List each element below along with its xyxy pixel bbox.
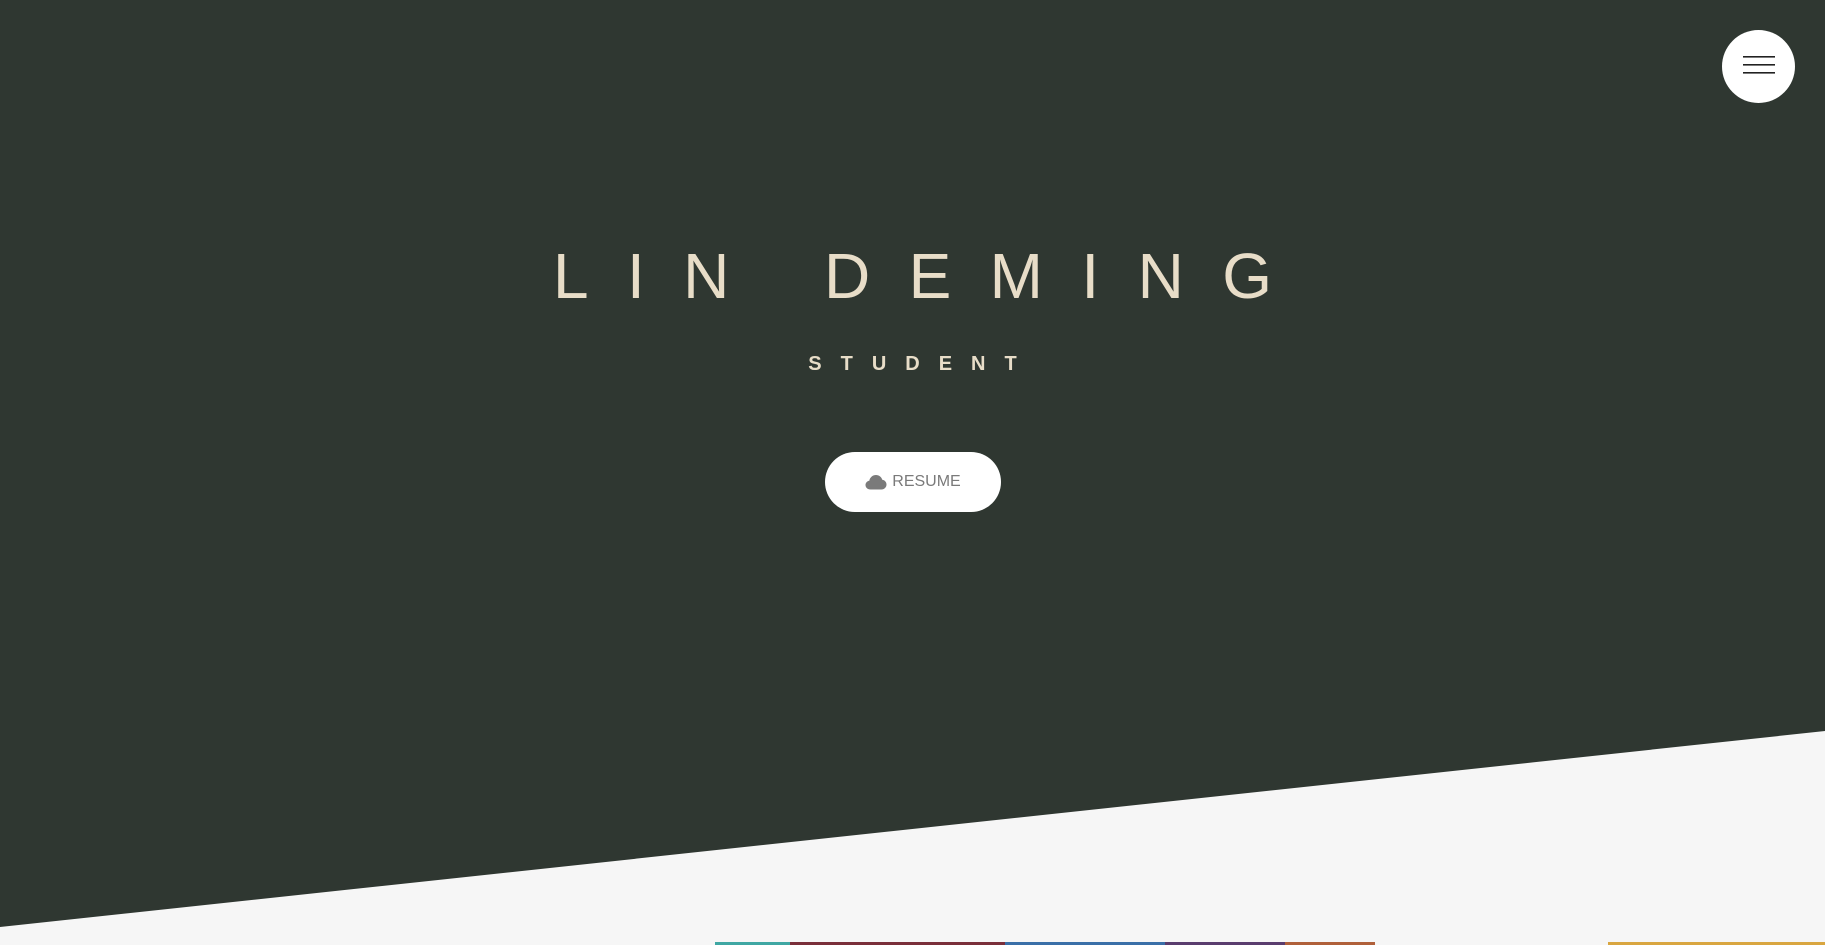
menu-button[interactable] <box>1722 30 1795 103</box>
hamburger-menu-icon <box>1742 55 1775 78</box>
resume-button[interactable]: RESUME <box>825 452 1001 512</box>
resume-button-label: RESUME <box>892 473 961 490</box>
hero-name: LIN DEMING <box>553 240 1311 312</box>
cloud-icon <box>865 474 887 490</box>
page: LIN DEMING STUDENT RESUME <box>0 0 1825 945</box>
hero-role: STUDENT <box>808 353 1036 375</box>
